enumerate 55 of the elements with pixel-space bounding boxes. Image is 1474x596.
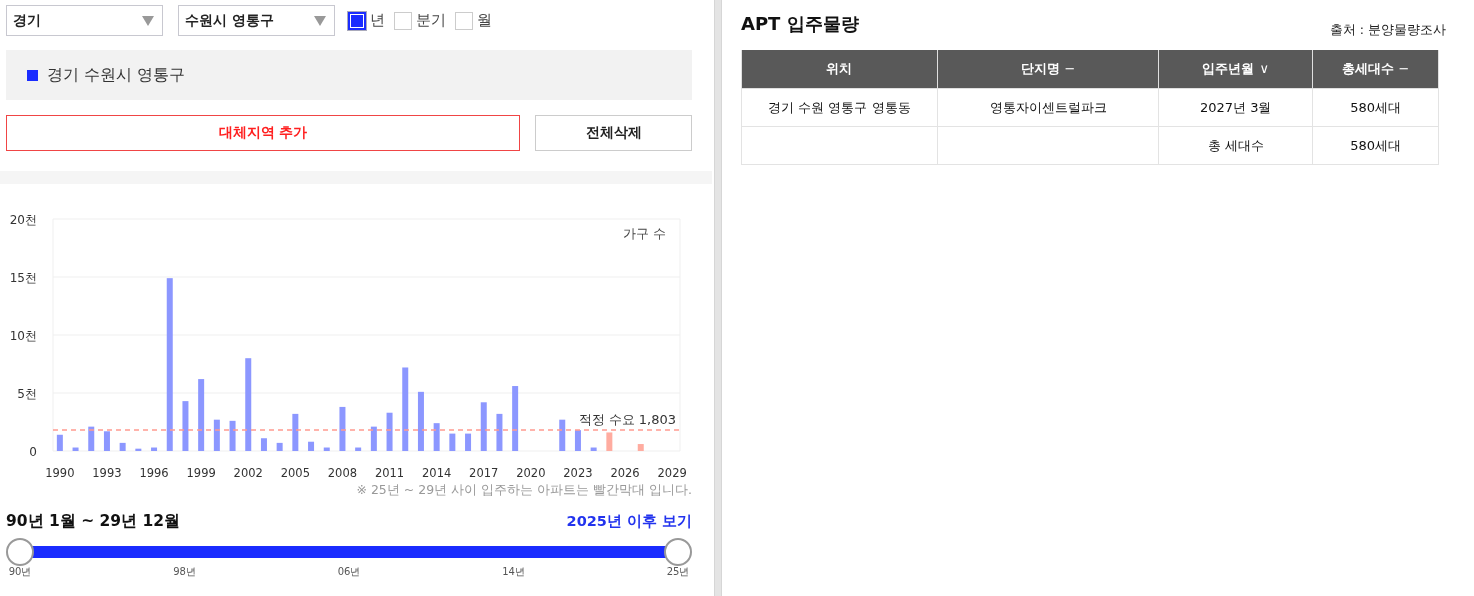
column-header[interactable]: 위치 xyxy=(741,50,938,89)
slider-tick-label: 06년 xyxy=(337,566,361,578)
table-cell: 2027년 3월 xyxy=(1158,88,1313,127)
slider-tick-label: 14년 xyxy=(502,566,525,578)
range-label: 90년 1월 ~ 29년 12월 xyxy=(6,511,181,532)
slider-tick-label: 98년 xyxy=(173,566,196,578)
caret-icon xyxy=(314,15,326,26)
column-header[interactable]: 단지명 − xyxy=(937,50,1159,89)
y-tick-label: 5천 xyxy=(17,387,37,401)
y-tick-label: 10천 xyxy=(9,329,37,343)
column-header[interactable]: 입주년월 ∨ xyxy=(1158,50,1313,89)
add-region-button[interactable]: 대체지역 추가 xyxy=(6,115,520,151)
section-title: APT 입주물량 xyxy=(741,12,859,36)
y-tick-label: 20천 xyxy=(9,213,37,227)
dropdown[interactable]: 경기 xyxy=(6,5,163,36)
after-2025-link[interactable]: 2025년 이후 보기 xyxy=(566,512,692,531)
table-cell: 총 세대수 xyxy=(1158,126,1313,165)
x-tick-label: 2005 xyxy=(280,466,310,480)
region-label: 경기 수원시 영통구 xyxy=(47,64,186,86)
x-tick-label: 2002 xyxy=(233,466,263,480)
slider-tick-label: 90년 xyxy=(8,566,32,578)
source-label: 출처 : 분양물량조사 xyxy=(1329,22,1446,39)
table-cell: 경기 수원 영통구 영통동 xyxy=(741,88,938,127)
x-tick-label: 2011 xyxy=(374,466,405,480)
period-checkbox[interactable]: 년 xyxy=(348,11,385,30)
clear-all-button[interactable]: 전체삭제 xyxy=(535,115,692,151)
period-checkbox[interactable]: 분기 xyxy=(394,11,446,30)
slider-tick-label: 25년 xyxy=(666,566,690,578)
column-header[interactable]: 총세대수 − xyxy=(1312,50,1439,89)
slider-handle[interactable] xyxy=(6,538,34,566)
x-tick-label: 2023 xyxy=(563,466,593,480)
table-cell: 580세대 xyxy=(1312,126,1439,165)
x-tick-label: 2017 xyxy=(469,466,499,480)
x-tick-label: 2014 xyxy=(422,466,452,480)
checkbox[interactable] xyxy=(348,11,366,30)
x-tick-label: 2020 xyxy=(516,466,546,480)
demand-label: 적정 수요 1,803 xyxy=(578,412,676,428)
axis-unit-label: 가구 수 xyxy=(622,226,666,241)
x-tick-label: 2008 xyxy=(327,466,358,480)
table-cell: 영통자이센트럴파크 xyxy=(937,88,1159,127)
y-tick-label: 15천 xyxy=(9,271,37,285)
x-tick-label: 2026 xyxy=(610,466,640,480)
chart-note: ※ 25년 ~ 29년 사이 입주하는 아파트는 빨간막대 입니다. xyxy=(355,482,693,499)
table-cell: 580세대 xyxy=(1312,88,1439,127)
period-checkbox[interactable]: 월 xyxy=(455,11,492,30)
x-tick-label: 1990 xyxy=(45,466,75,480)
x-tick-label: 1999 xyxy=(186,466,216,480)
x-tick-label: 1996 xyxy=(139,466,169,480)
dropdown[interactable]: 수원시 영통구 xyxy=(178,5,335,36)
range-slider[interactable] xyxy=(6,538,692,566)
caret-icon xyxy=(142,15,154,26)
y-tick-label: 0 xyxy=(29,445,37,459)
x-tick-label: 1993 xyxy=(92,466,122,480)
slider-handle[interactable] xyxy=(664,538,692,566)
x-tick-label: 2029 xyxy=(657,466,687,480)
